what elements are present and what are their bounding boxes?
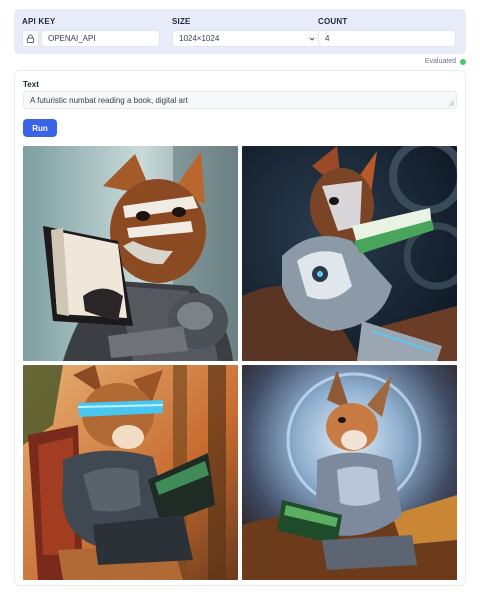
chevron-down-icon	[309, 37, 315, 41]
api-key-label: API KEY	[22, 17, 56, 26]
size-label: SIZE	[172, 17, 191, 26]
image-grid	[23, 146, 457, 580]
generated-image-3[interactable]	[23, 365, 238, 580]
generated-image-4[interactable]	[242, 365, 457, 580]
prompt-card: Text A futuristic numbat reading a book,…	[14, 70, 466, 586]
config-bar: API KEY OPENAI_API SIZE 1024×1024 COUNT …	[14, 9, 466, 54]
prompt-label: Text	[23, 80, 39, 89]
status-dot-icon	[460, 58, 466, 65]
resize-handle-icon[interactable]	[449, 101, 454, 106]
prompt-text: A futuristic numbat reading a book, digi…	[30, 95, 188, 105]
count-input[interactable]: 4	[318, 30, 456, 47]
run-button[interactable]: Run	[23, 119, 57, 137]
size-select[interactable]: 1024×1024	[172, 30, 322, 47]
count-input-value: 4	[325, 34, 330, 43]
size-field: SIZE 1024×1024	[172, 17, 322, 47]
api-key-input[interactable]: OPENAI_API	[41, 30, 160, 47]
count-field: COUNT 4	[318, 17, 456, 47]
count-label: COUNT	[318, 17, 348, 26]
status-text: Evaluated	[424, 58, 456, 65]
lock-icon[interactable]	[22, 30, 39, 47]
generated-image-2[interactable]	[242, 146, 457, 361]
prompt-textarea[interactable]: A futuristic numbat reading a book, digi…	[23, 91, 457, 109]
api-key-control: OPENAI_API	[22, 30, 160, 47]
status-indicator: Evaluated	[425, 58, 466, 65]
api-key-field: API KEY OPENAI_API	[22, 17, 160, 47]
size-select-value: 1024×1024	[179, 34, 220, 43]
generated-image-1[interactable]	[23, 146, 238, 361]
